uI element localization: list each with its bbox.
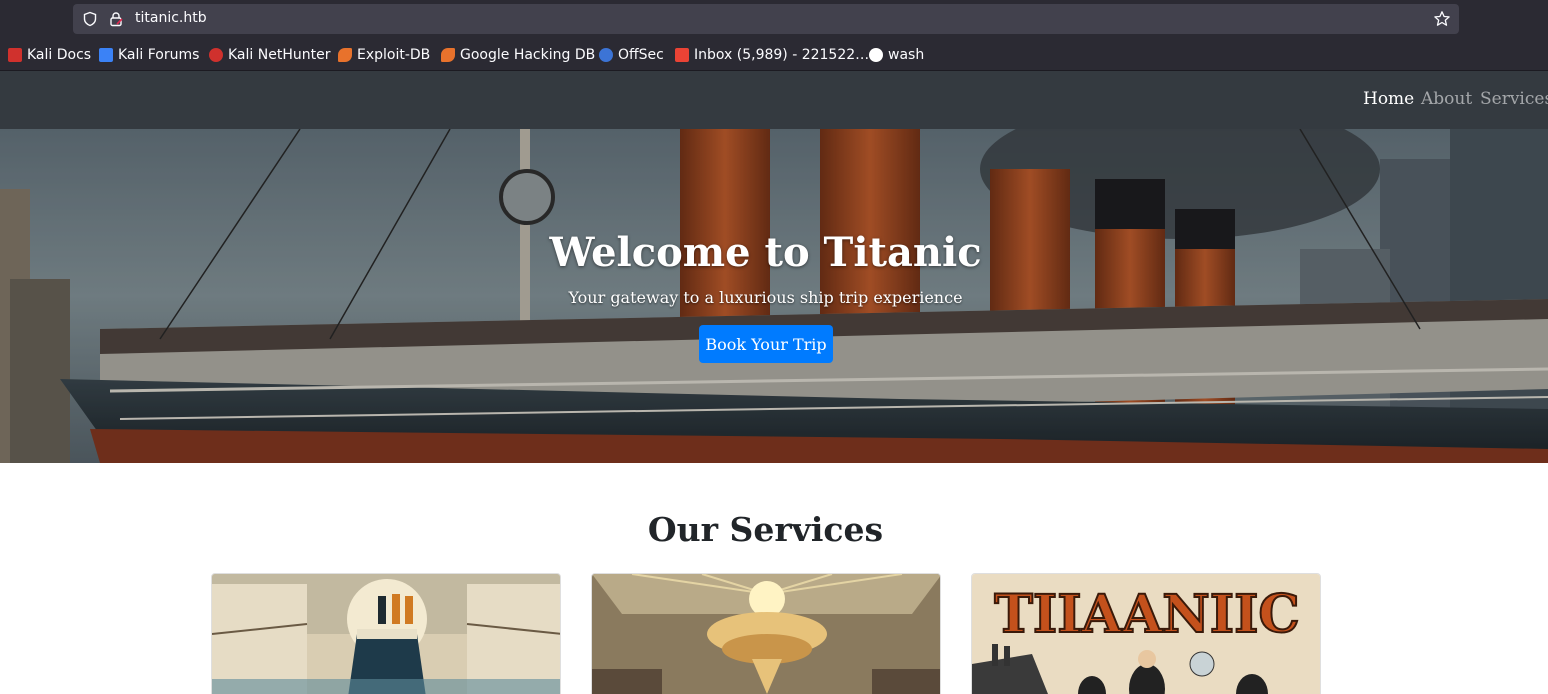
shield-icon[interactable] bbox=[82, 11, 98, 27]
nav-about-link[interactable]: About bbox=[1421, 89, 1472, 109]
bookmark-label: Kali NetHunter bbox=[228, 47, 331, 63]
ship-deck-image bbox=[212, 574, 560, 694]
bookmark-google-hacking-db[interactable]: Google Hacking DB bbox=[441, 45, 595, 65]
titanic-poster-image: TIIAANIIC bbox=[972, 574, 1320, 694]
service-card-dining[interactable] bbox=[591, 573, 941, 694]
browser-chrome: titanic.htb Kali Docs Kali Forums Kali N… bbox=[0, 0, 1548, 71]
bookmark-wash[interactable]: wash bbox=[869, 45, 924, 65]
service-card-cruise[interactable] bbox=[211, 573, 561, 694]
gmail-icon bbox=[675, 48, 689, 62]
bookmark-label: OffSec bbox=[618, 47, 664, 63]
address-bar[interactable]: titanic.htb bbox=[73, 4, 1459, 34]
bookmark-kali-docs[interactable]: Kali Docs bbox=[8, 45, 91, 65]
bookmark-offsec[interactable]: OffSec bbox=[599, 45, 664, 65]
hero-title: Welcome to Titanic bbox=[549, 229, 982, 276]
offsec-icon bbox=[599, 48, 613, 62]
nav-home-link[interactable]: Home bbox=[1363, 89, 1414, 109]
bookmark-label: wash bbox=[888, 47, 925, 63]
bookmark-label: Kali Forums bbox=[118, 47, 200, 63]
bookmarks-toolbar: Kali Docs Kali Forums Kali NetHunter Exp… bbox=[0, 43, 1548, 67]
bookmark-label: Inbox (5,989) - 221522… bbox=[694, 47, 870, 63]
ghdb-icon bbox=[441, 48, 455, 62]
services-heading: Our Services bbox=[647, 510, 884, 549]
bookmark-label: Google Hacking DB bbox=[460, 47, 596, 63]
kali-docs-icon bbox=[8, 48, 22, 62]
lock-icon[interactable] bbox=[108, 11, 124, 27]
poster-title: TIIAANIIC bbox=[994, 584, 1300, 645]
site-navbar: Home About Services bbox=[0, 71, 1548, 129]
kali-forums-icon bbox=[99, 48, 113, 62]
bookmark-kali-forums[interactable]: Kali Forums bbox=[99, 45, 199, 65]
chandelier-image bbox=[592, 574, 940, 694]
kali-nethunter-icon bbox=[209, 48, 223, 62]
nav-services-link[interactable]: Services bbox=[1480, 89, 1548, 109]
bookmark-inbox[interactable]: Inbox (5,989) - 221522… bbox=[675, 45, 869, 65]
url-text[interactable]: titanic.htb bbox=[135, 10, 207, 26]
exploit-db-icon bbox=[338, 48, 352, 62]
hero-section: Welcome to Titanic Your gateway to a lux… bbox=[0, 129, 1548, 463]
bookmark-label: Kali Docs bbox=[27, 47, 92, 63]
service-card-entertainment[interactable]: TIIAANIIC bbox=[971, 573, 1321, 694]
book-your-trip-button[interactable]: Book Your Trip bbox=[699, 325, 833, 363]
bookmark-label: Exploit-DB bbox=[357, 47, 431, 63]
bookmark-kali-nethunter[interactable]: Kali NetHunter bbox=[209, 45, 330, 65]
github-icon bbox=[869, 48, 883, 62]
bookmark-star-icon[interactable] bbox=[1433, 10, 1451, 28]
bookmark-exploit-db[interactable]: Exploit-DB bbox=[338, 45, 430, 65]
hero-subtitle: Your gateway to a luxurious ship trip ex… bbox=[568, 288, 963, 307]
